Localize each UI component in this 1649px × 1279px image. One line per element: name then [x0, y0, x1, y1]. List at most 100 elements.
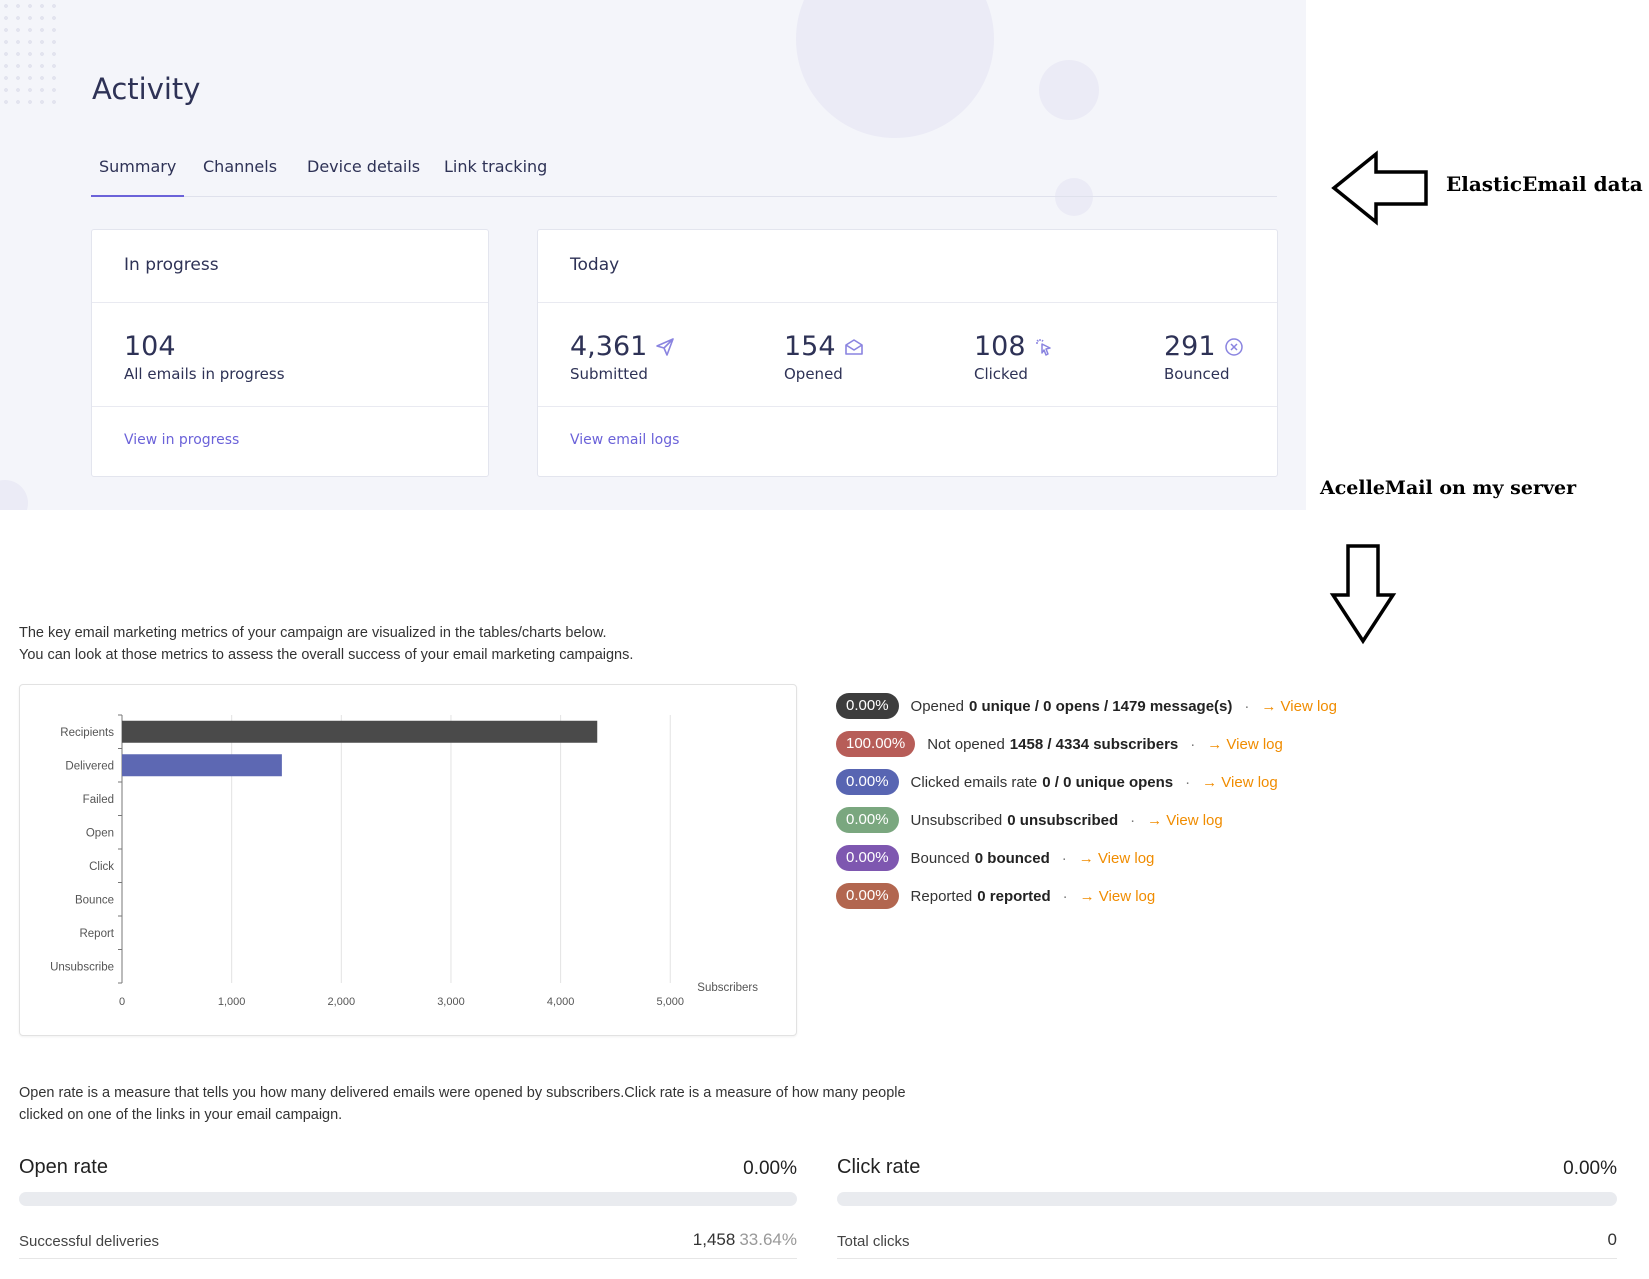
decorative-dot-grid: [0, 0, 60, 110]
y-category-label: Recipients: [60, 727, 114, 739]
tab-channels[interactable]: Channels: [195, 156, 285, 195]
x-tick-label: 1,000: [218, 996, 246, 1008]
y-category-label: Delivered: [65, 760, 114, 772]
total-clicks-value: 0: [1607, 1230, 1617, 1249]
open-rate-value: 0.00%: [743, 1158, 797, 1179]
total-clicks-label: Total clicks: [837, 1233, 910, 1250]
bounced-detail: 0 bounced: [974, 849, 1050, 867]
reported-pct-badge: 0.00%: [836, 883, 899, 909]
clicked-pct-badge: 0.00%: [836, 769, 899, 795]
acelle-annotation: AcelleMail on my server: [1320, 477, 1577, 499]
open-rate-bar: [19, 1192, 797, 1206]
clicked-value: 108: [974, 331, 1026, 362]
successful-deliveries-label: Successful deliveries: [19, 1233, 160, 1250]
open-rate-divider: [19, 1258, 797, 1259]
in-progress-title: In progress: [124, 255, 219, 275]
x-tick-label: 4,000: [547, 996, 575, 1008]
click-rate-bar: [837, 1192, 1617, 1206]
y-category-label: Open: [86, 827, 114, 839]
decorative-circle-large: [796, 0, 994, 138]
paper-plane-icon: [655, 337, 675, 357]
unsubscribed-pct-badge: 0.00%: [836, 807, 899, 833]
successful-deliveries-value: 1,458 33.64%: [692, 1230, 797, 1249]
bounced-value: 291: [1164, 331, 1216, 362]
y-category-label: Bounce: [75, 894, 114, 906]
opened-label: Opened: [910, 697, 964, 715]
tab-link-tracking[interactable]: Link tracking: [436, 156, 555, 195]
bounced-pct-badge: 0.00%: [836, 845, 899, 871]
x-tick-label: 2,000: [328, 996, 356, 1008]
bounced-label: Bounced: [1164, 365, 1230, 383]
view-in-progress-link[interactable]: View in progress: [124, 432, 239, 448]
in-progress-count: 104: [124, 331, 176, 362]
submitted-label: Submitted: [570, 365, 648, 383]
x-axis-label: Subscribers: [697, 982, 758, 994]
open-rate-title: Open rate: [19, 1156, 108, 1178]
stat-row-opened: 0.00% Opened 0 unique / 0 opens / 1479 m…: [836, 692, 1337, 720]
metric-clicked: 108 Clicked: [974, 330, 1054, 383]
decorative-circle-small: [1039, 60, 1099, 120]
rate-paragraph: Open rate is a measure that tells you ho…: [19, 1082, 906, 1126]
intro-paragraph: The key email marketing metrics of your …: [19, 622, 633, 666]
clicked-view-log-link[interactable]: → View log: [1202, 774, 1278, 791]
bar-delivered: [122, 754, 282, 777]
unsubscribed-detail: 0 unsubscribed: [1007, 811, 1119, 829]
cursor-click-icon: [1034, 337, 1054, 357]
view-email-logs-link[interactable]: View email logs: [570, 432, 679, 448]
down-arrow-icon: [1329, 544, 1397, 645]
y-category-label: Click: [89, 861, 114, 873]
opened-label: Opened: [784, 365, 843, 383]
submitted-value: 4,361: [570, 331, 648, 362]
tab-summary[interactable]: Summary: [91, 156, 185, 197]
activity-tabs: Summary Channels Device details Link tra…: [91, 152, 1277, 197]
metric-opened: 154 Opened: [784, 330, 864, 383]
stat-row-unsubscribed: 0.00% Unsubscribed 0 unsubscribed · → Vi…: [836, 806, 1223, 834]
tab-device-details[interactable]: Device details: [299, 156, 428, 195]
bar-recipients: [122, 720, 598, 743]
click-rate-title: Click rate: [837, 1156, 921, 1178]
not-opened-label: Not opened: [927, 735, 1005, 753]
campaign-bar-chart: 0 1,000 2,000 3,000 4,000 5,000 Recipients Deli…: [19, 684, 797, 1036]
not-opened-detail: 1458 / 4334 subscribers: [1009, 735, 1179, 753]
in-progress-metric: 104 All emails in progress: [124, 330, 285, 383]
reported-detail: 0 reported: [977, 887, 1051, 905]
opened-view-log-link[interactable]: → View log: [1261, 698, 1337, 715]
intro-line-1: The key email marketing metrics of your …: [19, 625, 607, 641]
y-category-label: Report: [79, 928, 114, 940]
clicked-label: Clicked: [974, 365, 1028, 383]
x-tick-label: 3,000: [437, 996, 465, 1008]
in-progress-label: All emails in progress: [124, 365, 285, 383]
metric-bounced: 291 Bounced: [1164, 330, 1244, 383]
click-rate-divider: [837, 1258, 1617, 1259]
opened-value: 154: [784, 331, 836, 362]
clicked-detail: 0 / 0 unique opens: [1042, 773, 1174, 791]
stat-row-reported: 0.00% Reported 0 reported · → View log: [836, 882, 1155, 910]
reported-view-log-link[interactable]: → View log: [1080, 888, 1156, 905]
stat-row-bounced: 0.00% Bounced 0 bounced · → View log: [836, 844, 1154, 872]
stat-row-clicked: 0.00% Clicked emails rate 0 / 0 unique o…: [836, 768, 1278, 796]
bounced-view-log-link[interactable]: → View log: [1079, 850, 1155, 867]
left-arrow-icon: [1331, 150, 1428, 226]
opened-detail: 0 unique / 0 opens / 1479 message(s): [968, 697, 1233, 715]
today-title: Today: [570, 255, 620, 275]
in-progress-card: In progress 104 All emails in progress V…: [91, 229, 489, 477]
not-opened-view-log-link[interactable]: → View log: [1207, 736, 1283, 753]
decorative-circle-corner: [0, 480, 28, 510]
page-title: Activity: [92, 72, 201, 106]
elastic-annotation: ElasticEmail data: [1446, 172, 1643, 196]
x-tick-label: 0: [119, 996, 125, 1008]
circle-x-icon: [1224, 337, 1244, 357]
open-envelope-icon: [844, 337, 864, 357]
stat-row-not-opened: 100.00% Not opened 1458 / 4334 subscribe…: [836, 730, 1283, 758]
metric-submitted: 4,361 Submitted: [570, 330, 675, 383]
click-rate-value: 0.00%: [1563, 1158, 1617, 1179]
today-card: Today 4,361 Submitted 154 Opened 108 Cli…: [537, 229, 1278, 477]
opened-pct-badge: 0.00%: [836, 693, 899, 719]
bounced-label: Bounced: [910, 849, 970, 867]
intro-line-2: You can look at those metrics to assess …: [19, 647, 634, 663]
y-category-label: Unsubscribe: [50, 961, 114, 973]
unsubscribed-view-log-link[interactable]: → View log: [1147, 812, 1223, 829]
reported-label: Reported: [910, 887, 973, 905]
y-category-label: Failed: [83, 794, 114, 806]
chart-svg: 0 1,000 2,000 3,000 4,000 5,000 Recipients Deli…: [50, 714, 758, 1008]
